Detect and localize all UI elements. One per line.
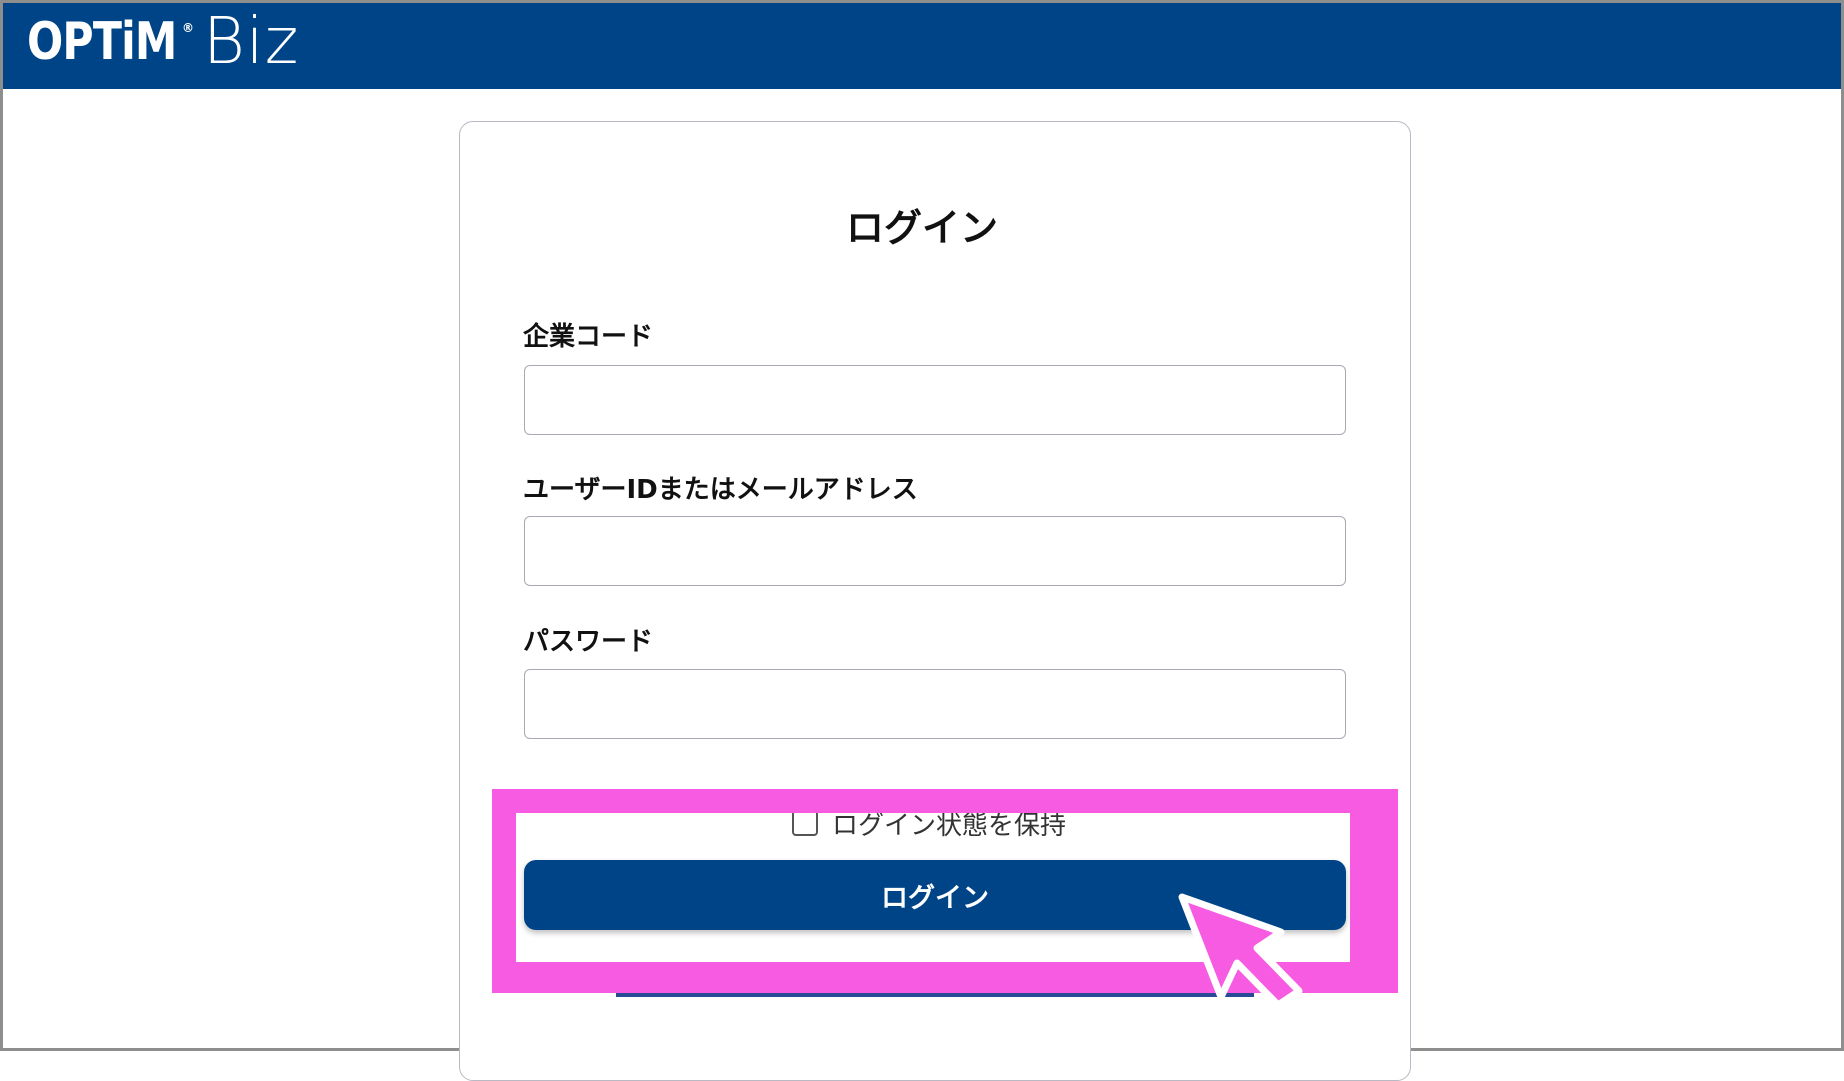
highlight-box-right-edge — [1372, 789, 1398, 993]
company-code-input[interactable] — [524, 365, 1346, 435]
logo-brand-text: OPTiM — [27, 12, 177, 72]
user-id-input[interactable] — [524, 516, 1346, 586]
registered-mark: ® — [182, 21, 194, 35]
remember-login-label: ログイン状態を保持 — [832, 810, 1067, 841]
login-title: ログイン — [845, 206, 998, 250]
password-input[interactable] — [524, 669, 1346, 739]
user-id-label: ユーザーIDまたはメールアドレス — [523, 475, 918, 505]
password-label: パスワード — [523, 627, 654, 657]
app-header: OPTiM ® Biz — [3, 3, 1841, 89]
company-code-label: 企業コード — [523, 322, 654, 352]
optim-biz-logo: OPTiM ® Biz — [27, 5, 299, 79]
remember-login-checkbox[interactable] — [792, 810, 818, 836]
pointer-arrow-icon — [1178, 893, 1303, 1008]
remember-login-row[interactable]: ログイン状態を保持 — [792, 806, 1067, 841]
logo-product-text: Biz — [203, 5, 300, 79]
hidden-link-underline — [616, 993, 1254, 997]
